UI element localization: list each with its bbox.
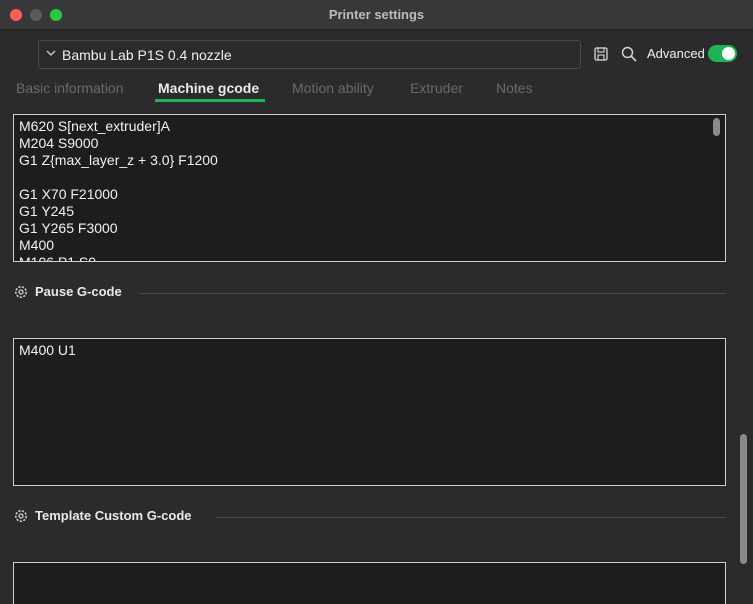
settings-content: M620 S[next_extruder]A M204 S9000 G1 Z{m…	[0, 108, 753, 604]
pause-gcode-editor[interactable]: M400 U1	[13, 338, 726, 486]
main-scrollbar[interactable]	[737, 108, 749, 604]
code-line: M400	[19, 237, 55, 253]
tab-machine-gcode[interactable]: Machine gcode	[158, 80, 259, 96]
active-tab-indicator	[155, 99, 265, 102]
preset-name: Bambu Lab P1S 0.4 nozzle	[62, 47, 232, 63]
advanced-label: Advanced	[647, 46, 705, 61]
main-scrollbar-thumb[interactable]	[740, 434, 747, 564]
section-divider	[215, 517, 726, 518]
pause-gcode-section-header: Pause G-code	[13, 283, 726, 303]
code-line: G1 Y245	[19, 203, 75, 219]
tab-notes[interactable]: Notes	[496, 80, 533, 96]
gear-icon	[15, 286, 27, 298]
tab-bar: Basic information Machine gcode Motion a…	[0, 74, 753, 104]
title-bar: Printer settings	[0, 0, 753, 30]
gear-icon	[15, 510, 27, 522]
section-title: Template Custom G-code	[35, 508, 192, 523]
code-line: M204 S9000	[19, 135, 99, 151]
code-line: M106 P1 S0	[19, 254, 97, 262]
printer-preset-dropdown[interactable]: Bambu Lab P1S 0.4 nozzle	[38, 40, 581, 69]
save-icon[interactable]	[592, 45, 610, 63]
search-icon[interactable]	[620, 45, 638, 63]
tab-basic-information[interactable]: Basic information	[16, 80, 123, 96]
advanced-toggle[interactable]	[708, 45, 737, 62]
section-divider	[139, 293, 726, 294]
toggle-knob	[722, 47, 735, 60]
chevron-down-icon	[46, 50, 56, 56]
tab-motion-ability[interactable]: Motion ability	[292, 80, 374, 96]
tab-extruder[interactable]: Extruder	[410, 80, 463, 96]
code-line: M400 U1	[19, 342, 76, 358]
code-line: M620 S[next_extruder]A	[19, 118, 170, 134]
window-title: Printer settings	[328, 7, 425, 22]
editor-scrollbar-thumb[interactable]	[713, 118, 720, 136]
change-filament-gcode-editor[interactable]: M620 S[next_extruder]A M204 S9000 G1 Z{m…	[13, 114, 726, 262]
template-gcode-section-header: Template Custom G-code	[13, 507, 726, 527]
template-gcode-editor[interactable]	[13, 562, 726, 604]
code-line: G1 X70 F21000	[19, 186, 118, 202]
code-line: G1 Z{max_layer_z + 3.0} F1200	[19, 152, 218, 168]
section-title: Pause G-code	[35, 284, 122, 299]
code-line: G1 Y265 F3000	[19, 220, 118, 236]
